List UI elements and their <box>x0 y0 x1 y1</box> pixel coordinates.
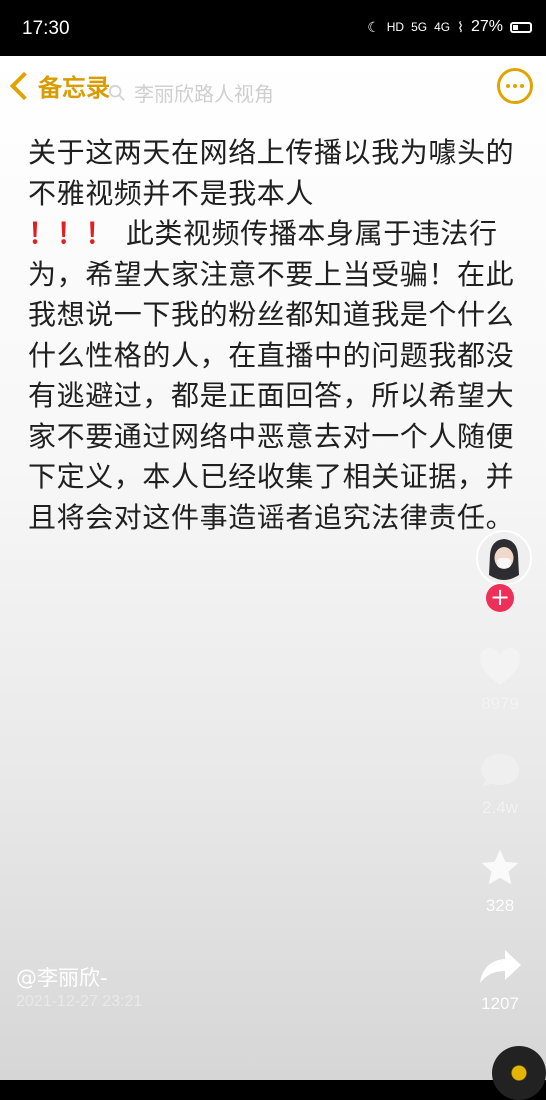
comment-count: 2.4w <box>482 798 518 817</box>
dot-icon <box>506 84 510 88</box>
comment-icon <box>481 754 519 787</box>
like-count: 8979 <box>481 694 519 713</box>
avatar <box>476 530 532 586</box>
music-disc-icon[interactable] <box>492 1046 546 1100</box>
like-action[interactable]: 8979 <box>470 646 530 714</box>
dot-icon <box>513 84 517 88</box>
heart-icon <box>480 648 520 685</box>
note-content: 关于这两天在网络上传播以我为噱头的不雅视频并不是我本人 ！！！ 此类视频传播本身属… <box>28 133 518 538</box>
moon-icon: ☾ <box>367 18 380 35</box>
status-icons: ☾ HD 5G 4G ⌇ 27% <box>367 18 532 36</box>
post-date: 2021-12-27 23:21 <box>16 993 143 1010</box>
chevron-left-icon <box>9 71 39 100</box>
profile-avatar[interactable] <box>476 530 532 586</box>
signal-hd-label: HD <box>386 20 405 34</box>
back-label: 备忘录 <box>38 74 110 102</box>
signal-4g-label: 4G <box>434 20 451 34</box>
status-bar: 17:30 ☾ HD 5G 4G ⌇ 27% <box>0 0 546 56</box>
comment-action[interactable]: 2.4w <box>470 750 530 818</box>
signal-5g-label: 5G <box>411 20 428 34</box>
note-text-part1: 关于这两天在网络上传播以我为噱头的不雅视频并不是我本人 <box>28 136 515 210</box>
note-text-part2: 此类视频传播本身属于违法行为，希望大家注意不要上当受骗！在此我想说一下我的粉丝都… <box>28 217 515 534</box>
back-button[interactable]: 备忘录 <box>6 68 110 103</box>
follow-button[interactable]: + <box>486 584 514 612</box>
star-icon <box>481 849 519 885</box>
battery-icon <box>510 21 532 33</box>
favorite-count: 328 <box>485 896 515 915</box>
status-time: 17:30 <box>22 18 70 39</box>
wifi-icon: ⌇ <box>457 18 464 35</box>
dot-icon <box>520 84 524 88</box>
exclamation-marks: ！！！ <box>28 217 114 250</box>
more-options-button[interactable] <box>497 68 533 104</box>
avatar-icon <box>478 532 530 584</box>
battery-percent: 27% <box>470 18 503 35</box>
share-count: 1207 <box>481 994 519 1013</box>
share-arrow-icon <box>480 950 521 983</box>
search-hint-text: 李丽欣路人视角 <box>134 82 274 106</box>
share-action[interactable]: 1207 <box>470 946 530 1014</box>
notes-screen: 备忘录 李丽欣路人视角 关于这两天在网络上传播以我为噱头的不雅视频并不是我本人 … <box>0 56 546 1100</box>
search-hint[interactable]: 李丽欣路人视角 <box>108 78 274 107</box>
favorite-action[interactable]: 328 <box>470 846 530 916</box>
search-icon <box>108 84 125 101</box>
username[interactable]: @李丽欣- <box>16 962 108 992</box>
